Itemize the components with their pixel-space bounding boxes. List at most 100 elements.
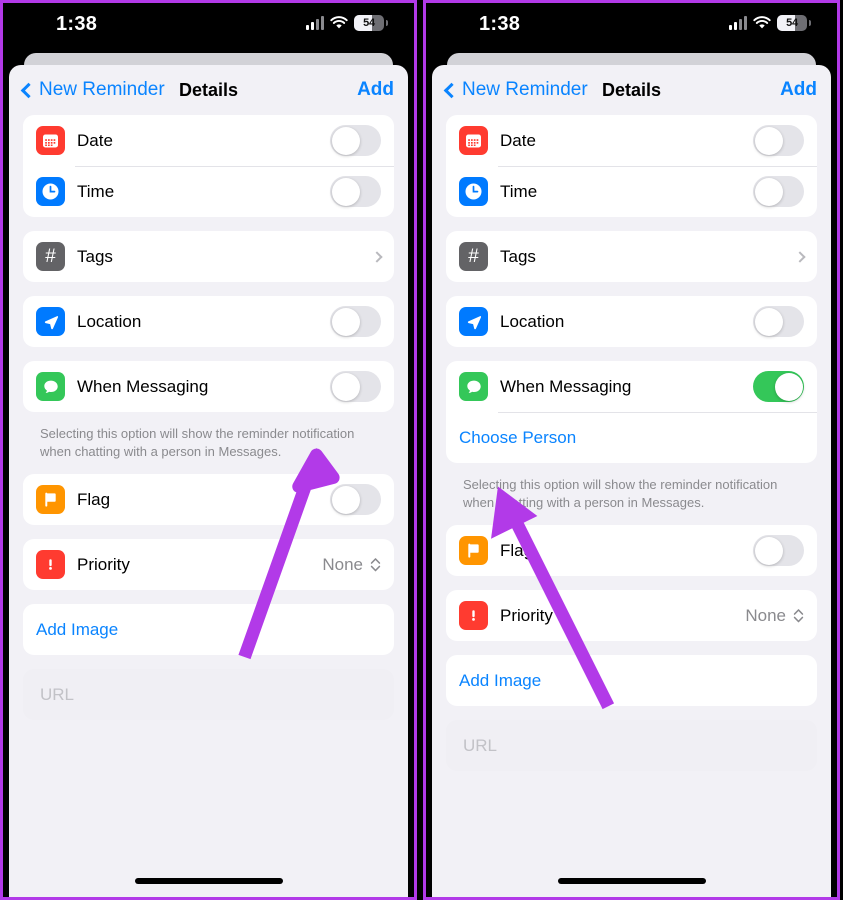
row-accessory <box>330 484 381 516</box>
row-accessory <box>753 176 804 207</box>
group-date-time: Date Time <box>23 115 394 217</box>
up-down-chevron-icon[interactable] <box>370 556 381 573</box>
add-image-label: Add Image <box>459 670 542 690</box>
row-location[interactable]: Location <box>23 296 394 347</box>
group-when-messaging: When Messaging Choose Person <box>446 361 817 463</box>
add-button[interactable]: Add <box>780 79 817 101</box>
row-accessory <box>371 250 383 263</box>
nav-bar: New Reminder Details Add <box>9 65 408 115</box>
exclamation-icon <box>36 550 65 580</box>
time-toggle[interactable] <box>753 176 804 207</box>
row-priority[interactable]: Priority None <box>23 539 394 590</box>
row-accessory <box>330 371 381 402</box>
calendar-icon <box>459 126 488 155</box>
back-button[interactable]: New Reminder <box>443 79 588 101</box>
hashtag-icon: # <box>459 242 488 271</box>
group-tags: # Tags <box>23 231 394 282</box>
details-list: Date Time # Tags Location When Messaging… <box>9 115 408 721</box>
row-label: Date <box>500 130 536 150</box>
exclamation-icon <box>459 601 488 631</box>
wifi-icon <box>753 16 771 30</box>
row-priority[interactable]: Priority None <box>446 590 817 641</box>
row-label: Flag <box>77 489 111 509</box>
chevron-left-icon <box>20 82 37 98</box>
row-label: Tags <box>77 246 113 266</box>
row-label: Priority <box>500 605 553 625</box>
chevron-right-icon <box>794 250 806 263</box>
row-accessory: None <box>745 606 804 626</box>
row-accessory <box>753 306 804 337</box>
location-toggle[interactable] <box>753 306 804 337</box>
row-label: When Messaging <box>77 376 209 396</box>
flag-icon <box>459 536 488 566</box>
group-date-time: Date Time <box>446 115 817 217</box>
row-label: When Messaging <box>500 376 632 396</box>
group-when-messaging: When Messaging <box>23 361 394 412</box>
back-button-label: New Reminder <box>462 79 588 100</box>
url-input[interactable]: URL <box>23 669 394 721</box>
row-add-image[interactable]: Add Image <box>446 655 817 706</box>
row-add-image[interactable]: Add Image <box>23 604 394 655</box>
row-label: Location <box>500 311 565 331</box>
details-sheet-right: New Reminder Details Add Date Time # Tag… <box>432 65 831 897</box>
date-toggle[interactable] <box>753 125 804 156</box>
status-time: 1:38 <box>479 13 521 35</box>
cellular-signal-icon <box>729 16 747 30</box>
row-date[interactable]: Date <box>23 115 394 166</box>
row-tags[interactable]: # Tags <box>23 231 394 282</box>
row-flag[interactable]: Flag <box>23 474 394 525</box>
row-label: Flag <box>500 540 534 560</box>
when-messaging-footnote: Selecting this option will show the remi… <box>463 477 778 510</box>
add-image-label: Add Image <box>36 619 119 639</box>
group-add-image: Add Image <box>446 655 817 707</box>
when-messaging-footnote: Selecting this option will show the remi… <box>40 426 355 459</box>
url-placeholder: URL <box>40 684 75 704</box>
time-toggle[interactable] <box>330 176 381 207</box>
row-accessory <box>753 535 804 567</box>
battery-icon: 54 <box>777 15 811 31</box>
row-time[interactable]: Time <box>23 166 394 217</box>
row-accessory <box>753 125 804 156</box>
url-input[interactable]: URL <box>446 720 817 772</box>
chevron-right-icon <box>371 250 383 263</box>
date-toggle[interactable] <box>330 125 381 156</box>
row-accessory <box>753 371 804 402</box>
row-location[interactable]: Location <box>446 296 817 347</box>
priority-value: None <box>322 554 363 574</box>
row-when-messaging[interactable]: When Messaging <box>446 361 817 412</box>
clock-icon <box>459 177 488 206</box>
row-tags[interactable]: # Tags <box>446 231 817 282</box>
when-messaging-toggle[interactable] <box>330 371 381 402</box>
row-accessory <box>794 250 806 263</box>
phone-screenshot-left: 1:38 54 New Reminder Details Add Date Ti… <box>0 0 417 900</box>
add-button[interactable]: Add <box>357 79 394 101</box>
flag-toggle[interactable] <box>330 484 381 516</box>
row-time[interactable]: Time <box>446 166 817 217</box>
row-date[interactable]: Date <box>446 115 817 166</box>
when-messaging-toggle[interactable] <box>753 371 804 402</box>
up-down-chevron-icon[interactable] <box>793 607 804 624</box>
row-accessory <box>330 176 381 207</box>
row-label: Time <box>77 181 115 201</box>
status-bar-left: 1:38 54 <box>3 3 414 47</box>
details-sheet-left: New Reminder Details Add Date Time # Tag… <box>9 65 408 897</box>
row-label: Location <box>77 311 142 331</box>
row-label: Date <box>77 130 113 150</box>
row-when-messaging[interactable]: When Messaging <box>23 361 394 412</box>
location-arrow-icon <box>36 307 65 336</box>
group-flag: Flag <box>446 525 817 577</box>
group-location: Location <box>446 296 817 347</box>
status-indicators: 54 <box>729 15 811 31</box>
priority-value: None <box>745 605 786 625</box>
row-choose-person[interactable]: Choose Person <box>446 412 817 463</box>
flag-toggle[interactable] <box>753 535 804 567</box>
status-indicators: 54 <box>306 15 388 31</box>
back-button[interactable]: New Reminder <box>20 79 165 101</box>
home-indicator <box>557 878 706 884</box>
row-label: Time <box>500 181 538 201</box>
row-label: Priority <box>77 554 130 574</box>
row-flag[interactable]: Flag <box>446 525 817 576</box>
group-priority: Priority None <box>23 539 394 591</box>
group-tags: # Tags <box>446 231 817 282</box>
location-toggle[interactable] <box>330 306 381 337</box>
